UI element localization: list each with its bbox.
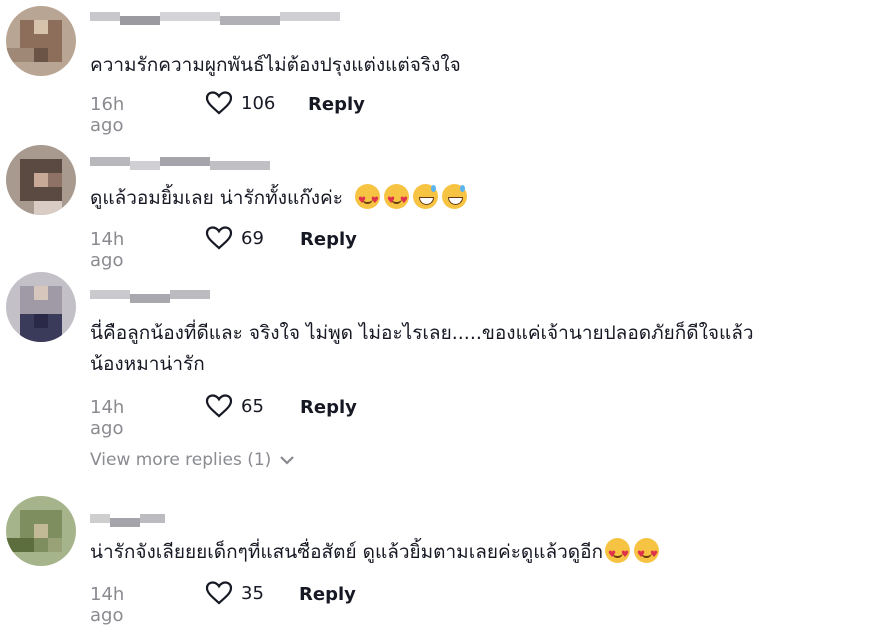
- like-button[interactable]: 65: [205, 394, 264, 418]
- grinning-face-with-sweat-icon: [441, 184, 467, 209]
- avatar[interactable]: [6, 496, 76, 566]
- reply-button[interactable]: Reply: [300, 397, 357, 418]
- grinning-face-with-sweat-icon: [412, 184, 438, 209]
- heart-icon: [205, 581, 233, 605]
- comment-text: ความรักความผูกพันธ์ไม่ต้องปรุงแต่งแต่จริ…: [90, 54, 461, 76]
- avatar[interactable]: [6, 145, 76, 215]
- heart-icon: [205, 226, 233, 250]
- reply-button[interactable]: Reply: [308, 94, 365, 115]
- avatar[interactable]: [6, 6, 76, 76]
- timestamp: 16h ago: [90, 94, 125, 136]
- heart-icon: [205, 91, 233, 115]
- timestamp: 14h ago: [90, 229, 125, 271]
- smiling-face-with-hearts-icon: [354, 184, 380, 217]
- comment-text: น่ารักจังเลียยยเด็กๆที่แสนซื่อสัตย์ ดูแล…: [90, 537, 663, 571]
- like-count: 69: [241, 227, 264, 249]
- comment-text: ดูแล้วอมยิ้มเลย น่ารักทั้งแก๊งค่ะ: [90, 183, 471, 217]
- chevron-down-icon: [280, 456, 295, 465]
- smiling-face-with-hearts-icon: [634, 538, 660, 571]
- view-more-label: View more replies (1): [90, 450, 272, 470]
- avatar[interactable]: [6, 272, 76, 342]
- timestamp: 14h ago: [90, 584, 125, 626]
- like-button[interactable]: 35: [205, 581, 264, 605]
- like-count: 65: [241, 395, 264, 417]
- smiling-face-with-hearts-icon: [383, 184, 409, 217]
- heart-icon: [205, 394, 233, 418]
- timestamp: 14h ago: [90, 397, 125, 439]
- like-count: 35: [241, 582, 264, 604]
- reply-button[interactable]: Reply: [299, 584, 356, 605]
- smiling-face-with-hearts-icon: [605, 538, 631, 571]
- view-more-replies-button[interactable]: View more replies (1): [90, 450, 295, 470]
- comment-text: นี่คือลูกน้องที่ดีและ จริงใจ ไม่พูด ไม่อ…: [90, 322, 754, 375]
- like-count: 106: [241, 92, 276, 114]
- like-button[interactable]: 69: [205, 226, 264, 250]
- like-button[interactable]: 106: [205, 91, 275, 115]
- reply-button[interactable]: Reply: [300, 229, 357, 250]
